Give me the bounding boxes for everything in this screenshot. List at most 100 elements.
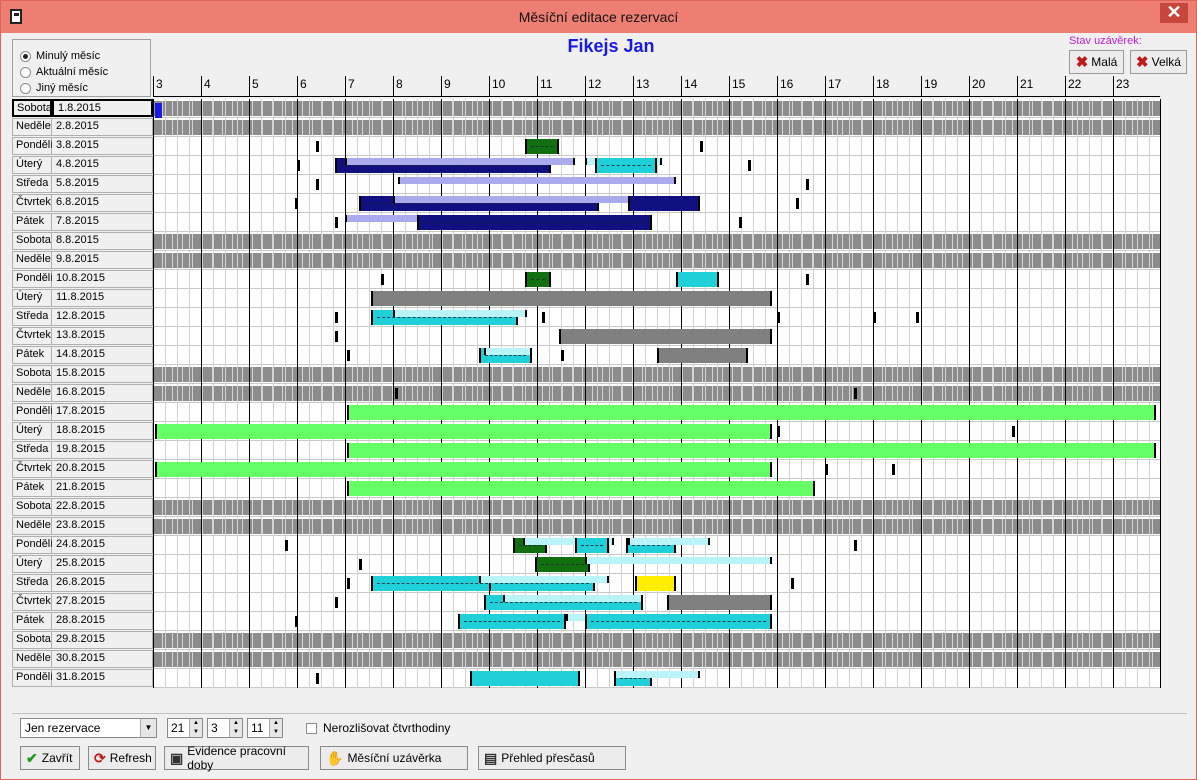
day-row[interactable]: Pátek 7.8.2015 — [12, 213, 153, 231]
step-spinner[interactable]: 11 ▲ ▼ — [247, 718, 283, 738]
reservation-bar[interactable] — [479, 576, 609, 583]
reservation-bar[interactable] — [347, 443, 1157, 458]
small-closure-button[interactable]: ✖ Malá — [1069, 50, 1124, 74]
reservation-bar[interactable] — [347, 405, 1157, 420]
time-marker[interactable] — [892, 464, 896, 475]
reservation-bar[interactable] — [484, 348, 533, 355]
quarter-hours-checkbox[interactable]: Nerozlišovat čtvrthodiny — [306, 721, 450, 735]
time-marker[interactable] — [335, 597, 339, 608]
time-marker[interactable] — [748, 160, 752, 171]
day-row[interactable]: Pondělí 10.8.2015 — [12, 270, 153, 288]
day-row[interactable]: Sobota 1.8.2015 — [12, 99, 153, 117]
reservation-bar[interactable] — [534, 557, 590, 572]
reservation-bar[interactable] — [628, 538, 710, 545]
time-marker[interactable] — [285, 540, 288, 551]
reservation-bar[interactable] — [575, 538, 609, 553]
time-marker[interactable] — [294, 616, 298, 627]
time-marker[interactable] — [335, 217, 339, 228]
day-row[interactable]: Čtvrtek 27.8.2015 — [12, 593, 153, 611]
time-marker[interactable] — [561, 350, 564, 361]
time-marker[interactable] — [335, 331, 339, 342]
day-row[interactable]: Čtvrtek 20.8.2015 — [12, 460, 153, 478]
time-marker[interactable] — [316, 673, 320, 684]
time-marker[interactable] — [294, 198, 298, 209]
reservation-grid[interactable] — [153, 99, 1160, 688]
day-row[interactable]: Úterý 25.8.2015 — [12, 555, 153, 573]
reservation-bar[interactable] — [585, 557, 773, 564]
day-row[interactable]: Neděle 30.8.2015 — [12, 650, 153, 668]
time-marker[interactable] — [541, 312, 545, 323]
view-filter-select[interactable]: Jen rezervace ▼ — [20, 718, 157, 738]
hour-spinner[interactable]: 21 ▲ ▼ — [167, 718, 203, 738]
day-row[interactable]: Pátek 21.8.2015 — [12, 479, 153, 497]
time-marker[interactable] — [155, 103, 163, 118]
checkbox-box[interactable] — [306, 722, 317, 734]
day-row[interactable]: Úterý 4.8.2015 — [12, 156, 153, 174]
time-marker[interactable] — [335, 312, 339, 323]
reservation-bar[interactable] — [558, 329, 773, 344]
day-row[interactable]: Neděle 9.8.2015 — [12, 251, 153, 269]
time-marker[interactable] — [395, 388, 399, 399]
time-marker[interactable] — [853, 388, 857, 399]
time-marker[interactable] — [805, 274, 809, 285]
close-button[interactable]: ✔ Zavřít — [20, 746, 80, 770]
time-marker[interactable] — [916, 312, 920, 323]
reservation-bar[interactable] — [417, 215, 653, 230]
time-marker[interactable] — [805, 179, 809, 190]
day-row[interactable]: Sobota 15.8.2015 — [12, 365, 153, 383]
day-row[interactable]: Neděle 2.8.2015 — [12, 118, 153, 136]
minute-spinner[interactable]: 3 ▲ ▼ — [207, 718, 243, 738]
time-marker[interactable] — [700, 141, 704, 152]
attendance-button[interactable]: ▣ Evidence pracovní doby — [164, 744, 309, 772]
day-row[interactable]: Pondělí 17.8.2015 — [12, 403, 153, 421]
reservation-bar[interactable] — [525, 139, 559, 154]
big-closure-button[interactable]: ✖ Velká — [1130, 50, 1187, 74]
close-window-button[interactable]: ✕ — [1160, 3, 1188, 23]
time-marker[interactable] — [853, 540, 857, 551]
reservation-bar[interactable] — [666, 595, 773, 610]
reservation-bar[interactable] — [345, 158, 576, 165]
radio-current-month[interactable]: Aktuální měsíc — [20, 65, 108, 79]
day-row[interactable]: Pátek 14.8.2015 — [12, 346, 153, 364]
reservation-bar[interactable] — [585, 614, 773, 629]
time-marker[interactable] — [347, 350, 351, 361]
time-marker[interactable] — [791, 578, 795, 589]
dropdown-arrow-icon[interactable]: ▼ — [140, 719, 156, 737]
reservation-bar[interactable] — [371, 576, 494, 591]
reservation-bar[interactable] — [594, 158, 657, 173]
time-marker[interactable] — [777, 426, 780, 437]
radio-last-month[interactable]: Minulý měsíc — [20, 49, 100, 63]
day-row[interactable]: Čtvrtek 6.8.2015 — [12, 194, 153, 212]
day-row[interactable]: Neděle 16.8.2015 — [12, 384, 153, 402]
day-row[interactable]: Středa 5.8.2015 — [12, 175, 153, 193]
day-row[interactable]: Středa 26.8.2015 — [12, 574, 153, 592]
reservation-bar[interactable] — [155, 462, 773, 477]
reservation-bar[interactable] — [503, 595, 643, 602]
time-marker[interactable] — [873, 312, 876, 323]
spinner-arrows-icon[interactable]: ▲ ▼ — [229, 719, 242, 737]
reservation-bar[interactable] — [347, 481, 816, 496]
overtime-overview-button[interactable]: ▤ Přehled přesčasů — [478, 746, 626, 770]
reservation-bar[interactable] — [457, 614, 566, 629]
day-row[interactable]: Neděle 23.8.2015 — [12, 517, 153, 535]
reservation-bar[interactable] — [635, 576, 677, 591]
time-marker[interactable] — [825, 464, 828, 475]
day-row[interactable]: Úterý 11.8.2015 — [12, 289, 153, 307]
day-row[interactable]: Středa 19.8.2015 — [12, 441, 153, 459]
day-row[interactable]: Pondělí 24.8.2015 — [12, 536, 153, 554]
spinner-arrows-icon[interactable]: ▲ ▼ — [189, 719, 202, 737]
time-marker[interactable] — [359, 559, 363, 570]
time-marker[interactable] — [777, 312, 780, 323]
time-marker[interactable] — [1012, 426, 1016, 437]
time-marker[interactable] — [316, 179, 320, 190]
time-marker[interactable] — [347, 578, 351, 589]
reservation-bar[interactable] — [371, 291, 773, 306]
reservation-bar[interactable] — [657, 348, 749, 363]
day-row[interactable]: Sobota 8.8.2015 — [12, 232, 153, 250]
time-marker[interactable] — [297, 160, 300, 171]
day-row[interactable]: Sobota 29.8.2015 — [12, 631, 153, 649]
day-row[interactable]: Středa 12.8.2015 — [12, 308, 153, 326]
radio-other-month[interactable]: Jiný měsíc — [20, 81, 88, 95]
time-marker[interactable] — [381, 274, 384, 285]
time-marker[interactable] — [796, 198, 800, 209]
